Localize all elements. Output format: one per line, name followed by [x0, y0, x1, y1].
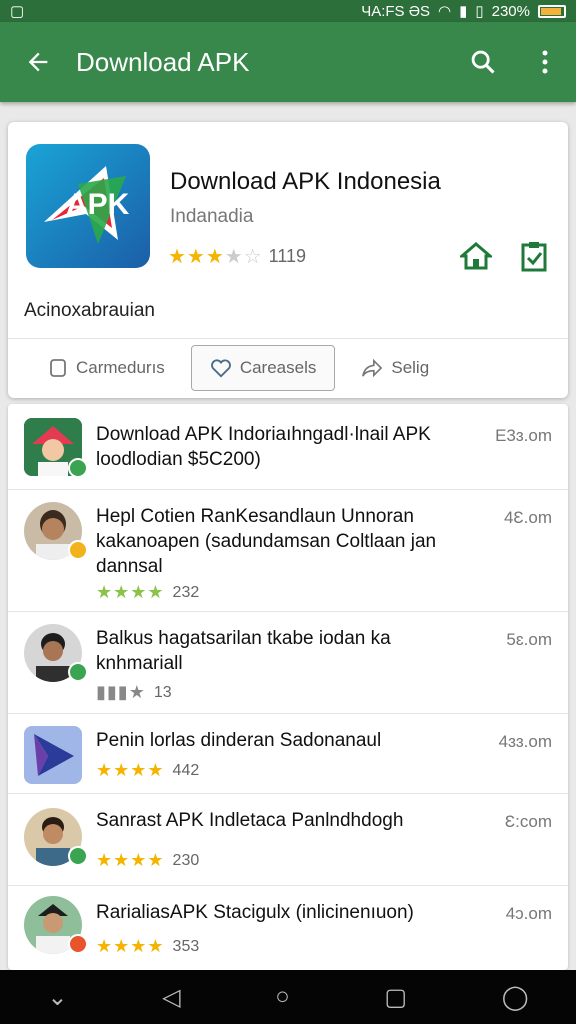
list-item-title: Hepl Cotien RanKesandlaun Unnoran kakano… — [96, 506, 437, 577]
arrow-left-icon[interactable] — [0, 22, 76, 102]
rating-count: 13 — [153, 683, 172, 701]
system-nav-bar: ⌄ ◁ ○ ▢ ◯ — [0, 970, 576, 1024]
status-badge — [68, 540, 88, 560]
more-vert-icon[interactable] — [514, 22, 576, 102]
status-badge — [68, 934, 88, 954]
back-triangle-icon[interactable]: ◁ — [162, 983, 180, 1012]
tab-collections[interactable]: Carmedurıs — [30, 345, 183, 391]
status-bar: ▢ ЧА:FЅ ƏЅ ◠ ▮ ▯ 230% — [0, 0, 576, 22]
status-badge — [68, 662, 88, 682]
list-item-time: 4ɜɜ.om — [498, 732, 552, 751]
list-item-rating: ★★★★ 232 — [96, 582, 199, 603]
heart-icon — [210, 358, 231, 377]
rating-stars: ★★★★ — [96, 850, 165, 870]
list-item[interactable]: Balkus hagatsarilan tkabe iodan ka knhma… — [8, 612, 568, 714]
rating-count: 232 — [172, 583, 200, 601]
circle-icon[interactable]: ◯ — [502, 983, 529, 1012]
avatar — [24, 726, 82, 784]
page-title: Download APK — [76, 46, 250, 77]
app-description: Acinoxabrauian — [24, 300, 155, 321]
list-item-rating: ★★★★ 230 — [96, 850, 199, 871]
svg-text:APK: APK — [66, 188, 130, 221]
rating-stars: ★★★★☆ — [168, 246, 263, 268]
app-name: Download APK Indonesia — [170, 168, 441, 195]
list-item[interactable]: RarialiasAPK Stacigulx (inlicinenıuon) 4… — [8, 886, 568, 970]
status-badge — [68, 846, 88, 866]
home-circle-icon[interactable]: ○ — [275, 983, 290, 1011]
signal-icon: ▮ — [459, 3, 468, 20]
list-item-title: Download APK Indoriaıhngadl·lnail APK lo… — [96, 424, 431, 470]
list-item-time: Ɛ:com — [504, 812, 552, 831]
rating-stars: ▮▮▮★ — [96, 682, 146, 702]
sim-icon: ▯ — [475, 3, 484, 20]
list-item-rating: ★★★★ 353 — [96, 936, 199, 957]
rating-stars: ★★★★ — [96, 760, 165, 780]
list-item-rating: ★★★★ 442 — [96, 760, 199, 781]
list-item[interactable]: Penin lorlas dinderan Sadonanaul 4ɜɜ.om … — [8, 714, 568, 794]
app-developer[interactable]: Indanadia — [170, 206, 253, 228]
rating-count: 442 — [172, 761, 200, 779]
list-item[interactable]: Sanrast APK Indletaca Panlndhdogh Ɛ:com … — [8, 794, 568, 886]
battery-text: 230% — [491, 2, 530, 20]
list-item-time: E3ɜ.om — [495, 426, 552, 445]
clipboard-check-icon[interactable] — [516, 238, 552, 274]
tab-share[interactable]: Selig — [343, 345, 447, 391]
app-rating: ★★★★☆ 1119 — [168, 244, 306, 269]
rating-count: 353 — [172, 937, 200, 955]
list-item-title: Sanrast APK Indletaca Panlndhdogh — [96, 810, 404, 831]
list-item-time: 4ɔ.om — [505, 904, 552, 923]
home-icon[interactable] — [458, 238, 494, 274]
tab-label: Careasels — [239, 357, 317, 377]
notification-icon: ▢ — [10, 3, 25, 20]
wifi-icon: ◠ — [438, 3, 452, 20]
app-logo[interactable]: APK — [26, 144, 150, 268]
tab-favorites[interactable]: Careasels — [190, 344, 336, 391]
bookmark-icon — [50, 358, 66, 377]
tab-label: Selig — [391, 357, 430, 377]
action-tabs: Carmedurıs Careasels Selig — [8, 338, 568, 396]
rating-stars: ★★★★ — [96, 582, 165, 602]
app-card: APK Download APK Indonesia Indanadia ★★★… — [8, 122, 568, 398]
list-item[interactable]: Download APK Indoriaıhngadl·lnail APK lo… — [8, 404, 568, 490]
list-item-rating: ▮▮▮★ 13 — [96, 682, 172, 703]
carrier-text: ЧА:FЅ ƏЅ — [361, 2, 430, 20]
list-item-time: 4Ɛ.om — [503, 508, 552, 527]
list-item[interactable]: Hepl Cotien RanKesandlaun Unnoran kakano… — [8, 490, 568, 612]
list-item-time: 5ɛ.om — [506, 630, 552, 649]
status-badge — [68, 458, 88, 478]
list-item-title: RarialiasAPK Stacigulx (inlicinenıuon) — [96, 902, 414, 923]
rating-stars: ★★★★ — [96, 936, 165, 956]
tab-label: Carmedurıs — [76, 357, 165, 377]
list-item-title: Penin lorlas dinderan Sadonanaul — [96, 730, 382, 751]
related-list: Download APK Indoriaıhngadl·lnail APK lo… — [8, 404, 568, 970]
rating-count: 1119 — [268, 246, 307, 266]
rating-count: 230 — [172, 851, 200, 869]
app-bar: Download APK — [0, 22, 576, 102]
chevron-down-icon[interactable]: ⌄ — [47, 983, 67, 1012]
battery-icon — [538, 4, 566, 18]
share-icon — [362, 358, 383, 377]
recents-square-icon[interactable]: ▢ — [384, 983, 407, 1012]
list-item-title: Balkus hagatsarilan tkabe iodan ka knhma… — [96, 628, 391, 674]
search-icon[interactable] — [452, 22, 514, 102]
